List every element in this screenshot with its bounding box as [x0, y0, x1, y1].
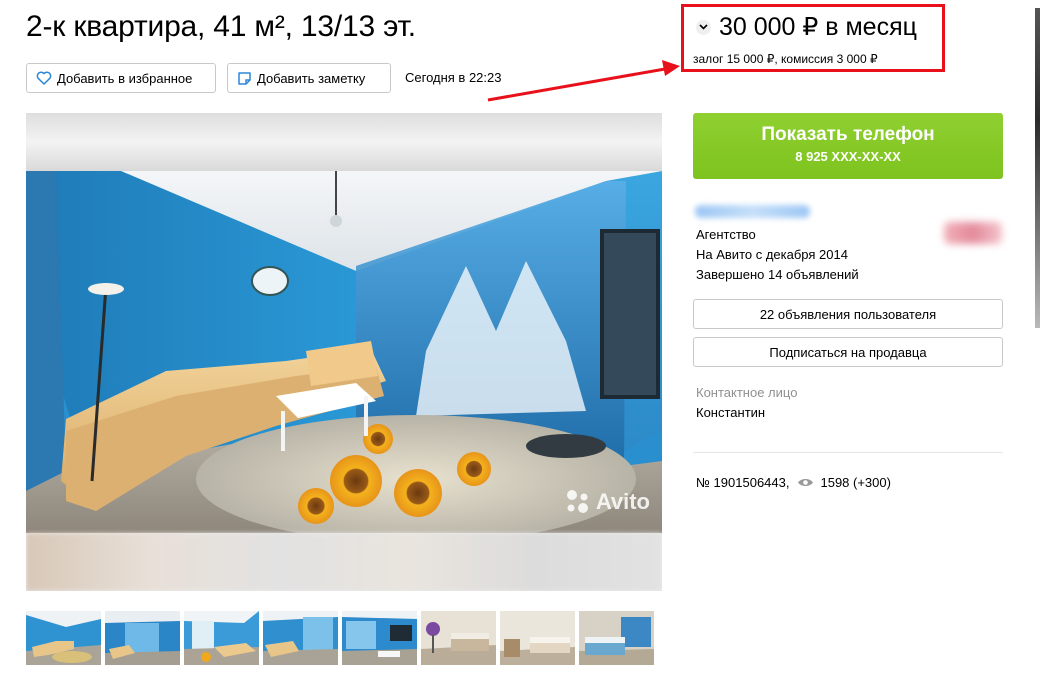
view-count: 1598 (+300)	[820, 475, 891, 490]
photo-blur-top	[26, 113, 662, 171]
show-phone-button[interactable]: Показать телефон 8 925 XXX-XX-XX	[693, 113, 1003, 179]
avito-logo-icon	[566, 490, 588, 513]
sidebar-divider	[693, 452, 1003, 453]
seller-name-blurred[interactable]	[695, 205, 810, 218]
thumbnail-2[interactable]	[105, 611, 180, 665]
user-ads-label: 22 объявления пользователя	[759, 306, 937, 322]
seller-completed: Завершено 14 объявлений	[696, 267, 859, 282]
phone-number: 8 925 XXX-XX-XX	[795, 149, 901, 164]
seller-since: На Авито с декабря 2014	[696, 247, 848, 262]
show-phone-label: Показать телефон	[761, 124, 935, 145]
price: 30 000 ₽ в месяц	[696, 12, 917, 42]
price-highlight-box: 30 000 ₽ в месяц залог 15 000 ₽, комисси…	[681, 4, 945, 72]
subscribe-seller-button[interactable]: Подписаться на продавца	[693, 337, 1003, 367]
thumbnail-5[interactable]	[342, 611, 417, 665]
eye-icon	[798, 478, 814, 487]
add-to-favorites-button[interactable]: Добавить в избранное	[26, 63, 216, 93]
ad-number: № 1901506443,	[696, 475, 790, 490]
heart-icon	[36, 71, 52, 85]
seller-avatar-blurred[interactable]	[944, 222, 1002, 244]
note-icon	[238, 71, 251, 85]
add-note-label: Добавить заметку	[257, 70, 366, 86]
adjacent-panel-edge	[1035, 8, 1040, 328]
avito-watermark: Avito	[564, 489, 650, 515]
posted-date: Сегодня в 22:23	[405, 70, 502, 85]
thumbnail-4[interactable]	[263, 611, 338, 665]
seller-type: Агентство	[696, 227, 756, 242]
ad-meta: № 1901506443, 1598 (+300)	[696, 475, 891, 490]
contact-person-label: Контактное лицо	[696, 385, 798, 400]
photo-blur-bottom	[26, 533, 662, 591]
chevron-down-icon[interactable]	[696, 19, 711, 35]
thumbnail-3[interactable]	[184, 611, 259, 665]
price-value: 30 000 ₽ в месяц	[719, 13, 917, 41]
thumbnail-6[interactable]	[421, 611, 496, 665]
thumbnail-7[interactable]	[500, 611, 575, 665]
user-ads-button[interactable]: 22 объявления пользователя	[693, 299, 1003, 329]
thumbnail-8[interactable]	[579, 611, 654, 665]
add-note-button[interactable]: Добавить заметку	[227, 63, 391, 93]
listing-title: 2-к квартира, 41 м², 13/13 эт.	[26, 10, 416, 43]
photo-thumbnails	[26, 611, 654, 665]
subscribe-seller-label: Подписаться на продавца	[769, 344, 927, 360]
thumbnail-1[interactable]	[26, 611, 101, 665]
contact-person-name: Константин	[696, 405, 766, 420]
add-to-favorites-label: Добавить в избранное	[57, 70, 193, 86]
main-photo[interactable]: Avito	[26, 113, 662, 591]
price-details: залог 15 000 ₽, комиссия 3 000 ₽	[693, 52, 878, 66]
avito-watermark-text: Avito	[595, 489, 650, 514]
room-photo	[26, 171, 662, 533]
